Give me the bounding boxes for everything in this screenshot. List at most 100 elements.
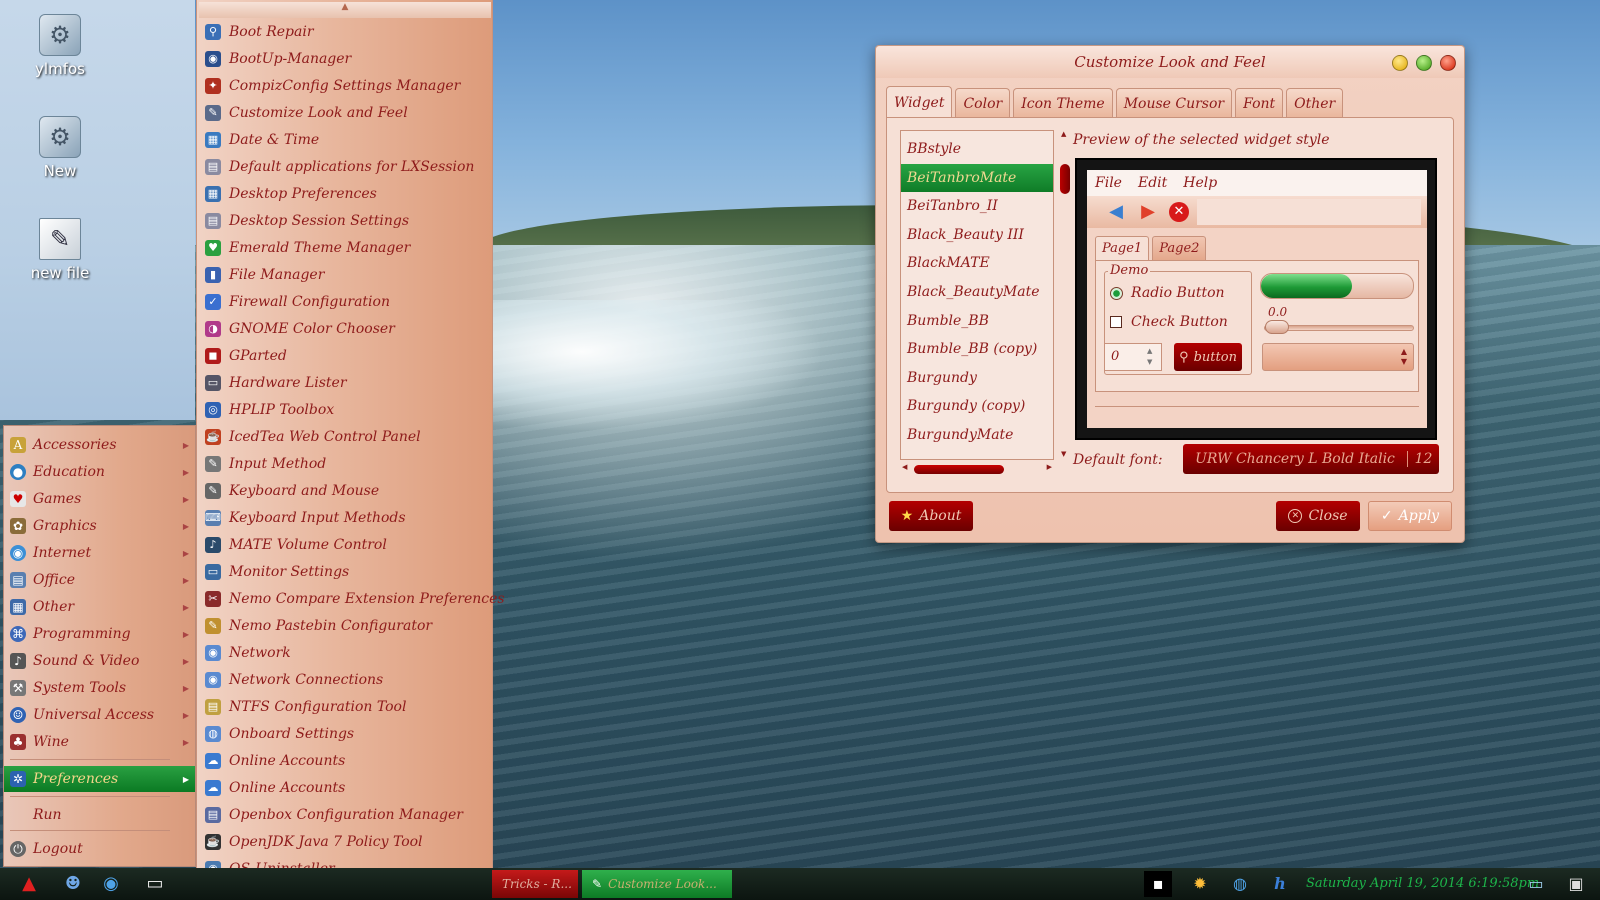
preferences-menu-item[interactable]: ☕ OpenJDK Java 7 Policy Tool xyxy=(197,828,492,855)
menu-category-games[interactable]: ♥ Games ▶ xyxy=(4,486,195,512)
hp-icon[interactable]: ℎ xyxy=(1266,871,1294,897)
preview-spin-button[interactable]: 0 ▲ ▼ xyxy=(1104,343,1162,371)
scale-knob[interactable] xyxy=(1265,320,1289,334)
tab-widget[interactable]: Widget xyxy=(886,86,953,118)
browser-icon[interactable]: ◉ xyxy=(96,871,126,897)
preferences-menu-item[interactable]: ◉ Network Connections xyxy=(197,666,492,693)
preferences-menu-item[interactable]: ◉ BootUp-Manager xyxy=(197,45,492,72)
preferences-menu-item[interactable]: ☁ Online Accounts xyxy=(197,747,492,774)
preferences-menu-item[interactable]: ☕ IcedTea Web Control Panel xyxy=(197,423,492,450)
face-icon[interactable]: ☻ xyxy=(58,871,88,897)
preview-menu-file[interactable]: File xyxy=(1095,175,1122,191)
submenu-scroll-up[interactable]: ▲ xyxy=(199,2,491,18)
desktop-icon-ylmfos[interactable]: ⚙ ylmfos xyxy=(20,14,100,78)
preferences-menu-item[interactable]: ✎ Nemo Pastebin Configurator xyxy=(197,612,492,639)
preferences-menu-item[interactable]: ▦ Date & Time xyxy=(197,126,492,153)
preferences-menu-item[interactable]: ⌨ Keyboard Input Methods xyxy=(197,504,492,531)
preferences-menu-item[interactable]: ✦ CompizConfig Settings Manager xyxy=(197,72,492,99)
window-titlebar[interactable]: Customize Look and Feel xyxy=(876,46,1464,78)
terminal-icon[interactable]: ▪ xyxy=(1144,871,1172,897)
task-button[interactable]: Tricks - R... xyxy=(492,870,578,898)
preferences-menu-item[interactable]: ◑ GNOME Color Chooser xyxy=(197,315,492,342)
menu-category-education[interactable]: ● Education ▶ xyxy=(4,459,195,485)
close-window-button[interactable] xyxy=(1440,55,1456,71)
theme-item[interactable]: Burgundy xyxy=(901,364,1053,392)
about-button[interactable]: ★ About xyxy=(889,501,973,531)
preferences-menu-item[interactable]: ♥ Emerald Theme Manager xyxy=(197,234,492,261)
menu-category-wine[interactable]: ♣ Wine ▶ xyxy=(4,729,195,755)
theme-item[interactable]: BeiTanbro_II xyxy=(901,192,1053,220)
update-icon[interactable]: ✹ xyxy=(1186,871,1214,897)
preferences-menu-item[interactable]: ⚲ Boot Repair xyxy=(197,18,492,45)
scrollbar-thumb[interactable] xyxy=(1060,164,1070,194)
menu-category-system-tools[interactable]: ⚒ System Tools ▶ xyxy=(4,675,195,701)
preferences-menu-item[interactable]: ▤ NTFS Configuration Tool xyxy=(197,693,492,720)
minimize-button[interactable] xyxy=(1392,55,1408,71)
menu-category-programming[interactable]: ⌘ Programming ▶ xyxy=(4,621,195,647)
theme-list-vscrollbar[interactable]: ▲ ▼ xyxy=(1059,130,1071,460)
menu-category-preferences[interactable]: ✲ Preferences ▶ xyxy=(4,766,195,792)
preview-menu-help[interactable]: Help xyxy=(1183,175,1217,191)
clock[interactable]: Saturday April 19, 2014 6:19:58pm xyxy=(1306,876,1539,891)
preferences-menu-item[interactable]: ◎ HPLIP Toolbox xyxy=(197,396,492,423)
preview-button[interactable]: ⚲ button xyxy=(1174,343,1242,371)
tab-color[interactable]: Color xyxy=(955,88,1011,118)
tab-icon-theme[interactable]: Icon Theme xyxy=(1013,88,1113,118)
forward-arrow-icon[interactable]: ▶ xyxy=(1137,202,1159,222)
preview-tab-page2[interactable]: Page2 xyxy=(1152,236,1207,260)
menu-category-sound-video[interactable]: ♪ Sound & Video ▶ xyxy=(4,648,195,674)
preferences-menu-item[interactable]: ◼ GParted xyxy=(197,342,492,369)
preferences-menu-item[interactable]: ♪ MATE Volume Control xyxy=(197,531,492,558)
menu-category-accessories[interactable]: A Accessories ▶ xyxy=(4,432,195,458)
network-icon[interactable]: ◍ xyxy=(1226,871,1254,897)
theme-item-selected[interactable]: BeiTanbroMate xyxy=(901,163,1053,192)
menu-run[interactable]: Run xyxy=(4,802,195,828)
theme-item[interactable]: BurgundyMate xyxy=(901,421,1053,449)
theme-item[interactable]: BBstyle xyxy=(901,135,1053,163)
preview-radio-button[interactable]: Radio Button xyxy=(1110,285,1225,301)
menu-logout[interactable]: ⏻ Logout xyxy=(4,836,195,862)
theme-item[interactable]: BlackMATE xyxy=(901,249,1053,277)
tab-mouse-cursor[interactable]: Mouse Cursor xyxy=(1115,88,1233,118)
app-menu-icon[interactable]: ▲ xyxy=(14,871,44,897)
preferences-menu-item[interactable]: ▭ Monitor Settings xyxy=(197,558,492,585)
apply-button[interactable]: ✓ Apply xyxy=(1368,501,1452,531)
desktop-icon-new[interactable]: ⚙ New xyxy=(20,116,100,180)
task-button-active[interactable]: ✎ Customize Look... xyxy=(582,870,732,898)
theme-item[interactable]: Bumble_BB (copy) xyxy=(901,335,1053,363)
preferences-menu-item[interactable]: ✂ Nemo Compare Extension Preferences xyxy=(197,585,505,612)
preferences-menu-item[interactable]: ▤ Default applications for LXSession xyxy=(197,153,492,180)
maximize-button[interactable] xyxy=(1416,55,1432,71)
spin-arrows-icon[interactable]: ▲ ▼ xyxy=(1147,346,1159,368)
preferences-menu-item[interactable]: ☁ Online Accounts xyxy=(197,774,492,801)
preview-menu-edit[interactable]: Edit xyxy=(1138,175,1167,191)
preferences-menu-item[interactable]: ▤ Desktop Session Settings xyxy=(197,207,492,234)
widget-theme-list[interactable]: BBstyle BeiTanbroMate BeiTanbro_II Black_Be… xyxy=(900,130,1054,460)
preferences-menu-item[interactable]: ◍ Onboard Settings xyxy=(197,720,492,747)
preview-scale[interactable] xyxy=(1264,320,1414,334)
theme-item[interactable]: Black_Beauty III xyxy=(901,221,1053,249)
close-button[interactable]: ✕ Close xyxy=(1276,501,1360,531)
back-arrow-icon[interactable]: ◀ xyxy=(1105,202,1127,222)
theme-item[interactable]: Bumble_BB xyxy=(901,307,1053,335)
preferences-menu-item[interactable]: ✎ Customize Look and Feel xyxy=(197,99,492,126)
stop-icon[interactable]: ✕ xyxy=(1169,202,1189,222)
preferences-menu-item[interactable]: ✎ Keyboard and Mouse xyxy=(197,477,492,504)
menu-category-internet[interactable]: ◉ Internet ▶ xyxy=(4,540,195,566)
preferences-menu-item[interactable]: ✎ Input Method xyxy=(197,450,492,477)
desktop-icon-new-file[interactable]: ✎ new file xyxy=(20,218,100,282)
battery-icon[interactable]: ▭ xyxy=(1522,871,1550,897)
default-font-button[interactable]: URW Chancery L Bold Italic 12 xyxy=(1183,444,1439,474)
preferences-menu-item[interactable]: ✓ Firewall Configuration xyxy=(197,288,492,315)
theme-item[interactable]: Burgundy (copy) xyxy=(901,392,1053,420)
preferences-menu-item[interactable]: ▭ Hardware Lister xyxy=(197,369,492,396)
preview-tab-page1[interactable]: Page1 xyxy=(1095,236,1150,260)
menu-category-office[interactable]: ▤ Office ▶ xyxy=(4,567,195,593)
preferences-menu-item[interactable]: ▤ Openbox Configuration Manager xyxy=(197,801,492,828)
tab-font[interactable]: Font xyxy=(1235,88,1284,118)
preview-check-button[interactable]: Check Button xyxy=(1110,314,1228,330)
tab-other[interactable]: Other xyxy=(1286,88,1344,118)
scrollbar-thumb[interactable] xyxy=(914,465,1004,474)
theme-item[interactable]: Black_BeautyMate xyxy=(901,278,1053,306)
preview-combo-box[interactable]: ▲ ▼ xyxy=(1262,343,1414,371)
